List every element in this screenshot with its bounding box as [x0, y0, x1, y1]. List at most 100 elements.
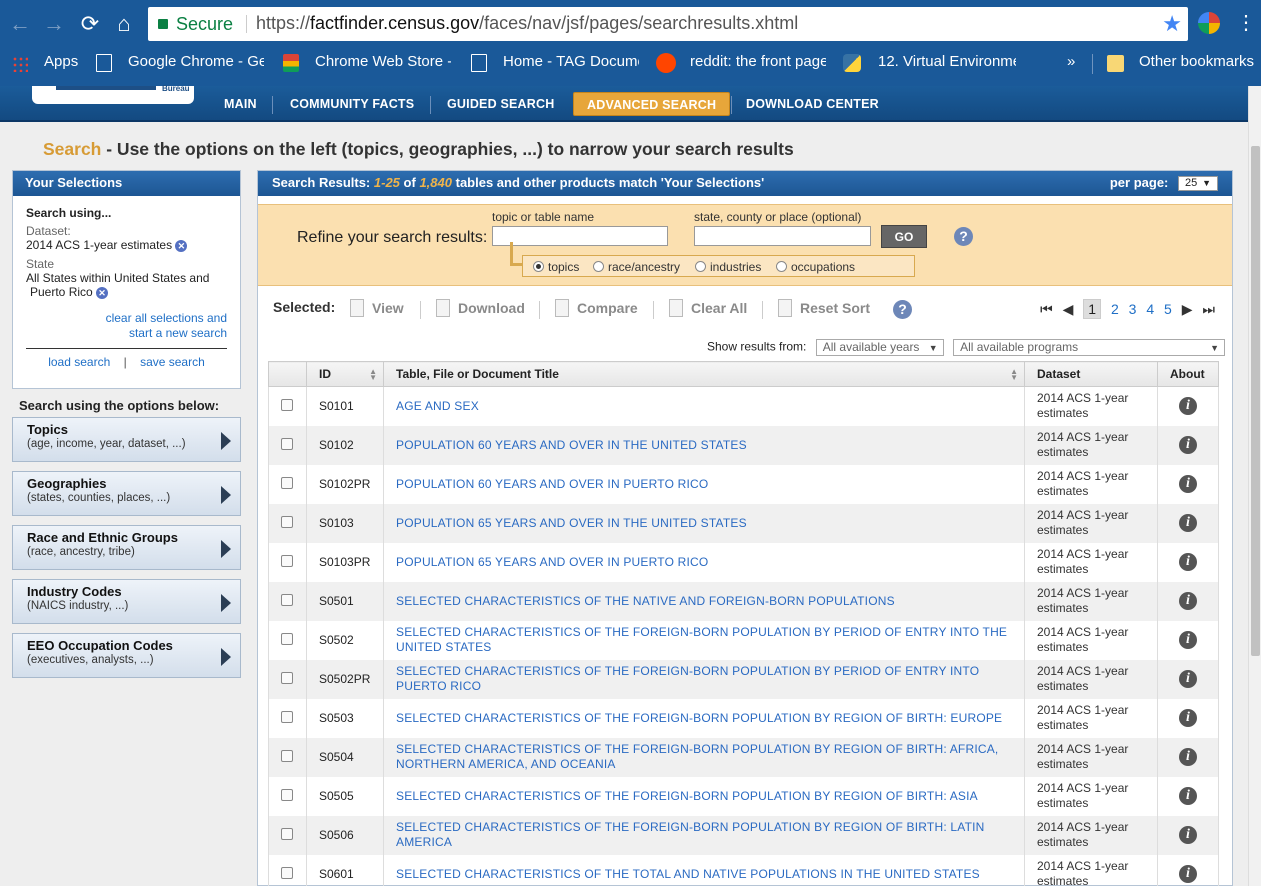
radio-topics[interactable]: topics: [533, 260, 579, 274]
geographies-option-button[interactable]: Geographies (states, counties, places, .…: [12, 471, 241, 516]
info-icon[interactable]: i: [1179, 436, 1197, 454]
row-title-link[interactable]: POPULATION 65 YEARS AND OVER IN THE UNIT…: [396, 516, 747, 530]
bookmark-google-chrome[interactable]: Google Chrome - Ge: [128, 53, 264, 75]
back-arrow-icon[interactable]: ←: [6, 10, 34, 38]
sort-icon[interactable]: ▲ ▼: [1010, 368, 1018, 382]
next-page-icon[interactable]: ▶: [1182, 301, 1193, 318]
page-5[interactable]: 5: [1164, 301, 1172, 317]
page-4[interactable]: 4: [1146, 301, 1154, 317]
years-dropdown[interactable]: All available years: [815, 339, 944, 356]
compare-button[interactable]: Compare: [555, 299, 638, 317]
row-checkbox[interactable]: [281, 788, 293, 801]
row-title-link[interactable]: SELECTED CHARACTERISTICS OF THE TOTAL AN…: [396, 867, 980, 881]
bookmark-apps[interactable]: Apps: [44, 53, 78, 75]
info-icon[interactable]: i: [1179, 397, 1197, 416]
scrollbar-thumb[interactable]: [1251, 146, 1260, 656]
row-checkbox[interactable]: [281, 710, 293, 723]
load-search-link[interactable]: load search: [48, 355, 110, 369]
row-title-link[interactable]: AGE AND SEX: [396, 399, 479, 413]
go-button[interactable]: GO: [881, 225, 927, 248]
row-title-link[interactable]: SELECTED CHARACTERISTICS OF THE NATIVE A…: [396, 594, 895, 608]
info-icon[interactable]: i: [1179, 670, 1197, 688]
radio-button[interactable]: [533, 261, 544, 272]
help-icon[interactable]: ?: [954, 227, 973, 246]
download-button[interactable]: Download: [436, 299, 525, 317]
info-icon[interactable]: i: [1179, 475, 1197, 493]
radio-button[interactable]: [776, 261, 787, 272]
nav-download-center[interactable]: DOWNLOAD CENTER: [746, 97, 879, 121]
row-checkbox[interactable]: [281, 476, 293, 489]
row-title-link[interactable]: SELECTED CHARACTERISTICS OF THE FOREIGN-…: [396, 742, 998, 771]
info-icon[interactable]: i: [1179, 865, 1197, 883]
start-new-search-link[interactable]: start a new search: [26, 326, 227, 341]
row-checkbox[interactable]: [281, 437, 293, 450]
save-search-link[interactable]: save search: [140, 355, 205, 369]
secure-indicator[interactable]: Secure: [158, 14, 233, 35]
radio-occupations[interactable]: occupations: [776, 260, 855, 274]
row-title-link[interactable]: SELECTED CHARACTERISTICS OF THE FOREIGN-…: [396, 820, 985, 849]
bookmark-reddit[interactable]: reddit: the front page: [690, 53, 826, 75]
info-icon[interactable]: i: [1179, 787, 1197, 805]
bookmark-star-icon[interactable]: ★: [1162, 11, 1182, 37]
bookmark-other[interactable]: Other bookmarks: [1139, 53, 1254, 75]
nav-community-facts[interactable]: COMMUNITY FACTS: [290, 97, 414, 121]
address-bar[interactable]: Secure https://factfinder.census.gov/fac…: [148, 7, 1188, 41]
page-2[interactable]: 2: [1111, 301, 1119, 317]
bookmark-tag-documents[interactable]: Home - TAG Docume: [503, 53, 639, 75]
radio-race-ancestry[interactable]: race/ancestry: [593, 260, 680, 274]
row-title-link[interactable]: POPULATION 60 YEARS AND OVER IN PUERTO R…: [396, 477, 708, 491]
bookmark-virtual-environments[interactable]: 12. Virtual Environme: [878, 53, 1016, 75]
reload-icon[interactable]: ⟳: [76, 10, 104, 38]
first-page-icon[interactable]: ⏮: [1040, 301, 1053, 318]
row-title-link[interactable]: POPULATION 60 YEARS AND OVER IN THE UNIT…: [396, 438, 747, 452]
row-checkbox[interactable]: [281, 749, 293, 762]
info-icon[interactable]: i: [1179, 553, 1197, 571]
geo-search-input[interactable]: [694, 226, 871, 246]
url-text[interactable]: https://factfinder.census.gov/faces/nav/…: [256, 13, 798, 34]
radio-button[interactable]: [695, 261, 706, 272]
row-checkbox[interactable]: [281, 593, 293, 606]
id-column-header[interactable]: ID ▲ ▼: [306, 361, 384, 387]
programs-dropdown[interactable]: All available programs: [953, 339, 1226, 356]
row-checkbox[interactable]: [281, 671, 293, 684]
census-logo[interactable]: Bureau: [32, 84, 194, 104]
home-icon[interactable]: ⌂: [110, 10, 138, 38]
chrome-menu-icon[interactable]: ⋮: [1236, 11, 1256, 35]
row-title-link[interactable]: SELECTED CHARACTERISTICS OF THE FOREIGN-…: [396, 711, 1002, 725]
info-icon[interactable]: i: [1179, 748, 1197, 766]
row-title-link[interactable]: POPULATION 65 YEARS AND OVER IN PUERTO R…: [396, 555, 708, 569]
more-bookmarks-chevron[interactable]: »: [1067, 53, 1075, 75]
sort-icon[interactable]: ▲ ▼: [369, 368, 377, 382]
last-page-icon[interactable]: ⏭: [1202, 301, 1215, 318]
help-icon[interactable]: ?: [893, 300, 912, 319]
reset-sort-button[interactable]: Reset Sort: [778, 299, 870, 317]
info-icon[interactable]: i: [1179, 709, 1197, 727]
page-1[interactable]: 1: [1083, 299, 1102, 319]
eeo-occupation-option-button[interactable]: EEO Occupation Codes (executives, analys…: [12, 633, 241, 678]
row-checkbox[interactable]: [281, 866, 293, 879]
prev-page-icon[interactable]: ◀: [1063, 301, 1074, 318]
race-ethnic-option-button[interactable]: Race and Ethnic Groups (race, ancestry, …: [12, 525, 241, 570]
info-icon[interactable]: i: [1179, 592, 1197, 610]
page-scrollbar[interactable]: [1248, 86, 1261, 886]
remove-dataset-icon[interactable]: ✕: [175, 239, 188, 252]
row-title-link[interactable]: SELECTED CHARACTERISTICS OF THE FOREIGN-…: [396, 625, 1007, 654]
forward-arrow-icon[interactable]: →: [40, 10, 68, 38]
row-checkbox[interactable]: [281, 398, 293, 411]
nav-advanced-search[interactable]: ADVANCED SEARCH: [573, 92, 731, 116]
row-checkbox[interactable]: [281, 515, 293, 528]
radio-button[interactable]: [593, 261, 604, 272]
nav-main[interactable]: MAIN: [224, 97, 257, 121]
extension-icon[interactable]: [1198, 12, 1220, 34]
info-icon[interactable]: i: [1179, 514, 1197, 532]
info-icon[interactable]: i: [1179, 631, 1197, 649]
bookmark-chrome-web-store[interactable]: Chrome Web Store -: [315, 53, 451, 75]
topics-option-button[interactable]: Topics (age, income, year, dataset, ...): [12, 417, 241, 462]
radio-industries[interactable]: industries: [695, 260, 761, 274]
page-3[interactable]: 3: [1129, 301, 1137, 317]
row-checkbox[interactable]: [281, 554, 293, 567]
clear-all-button[interactable]: Clear All: [669, 299, 747, 317]
clear-all-selections-link[interactable]: clear all selections and: [26, 311, 227, 326]
view-button[interactable]: View: [350, 299, 404, 317]
per-page-select[interactable]: 25 ▼: [1178, 176, 1218, 191]
